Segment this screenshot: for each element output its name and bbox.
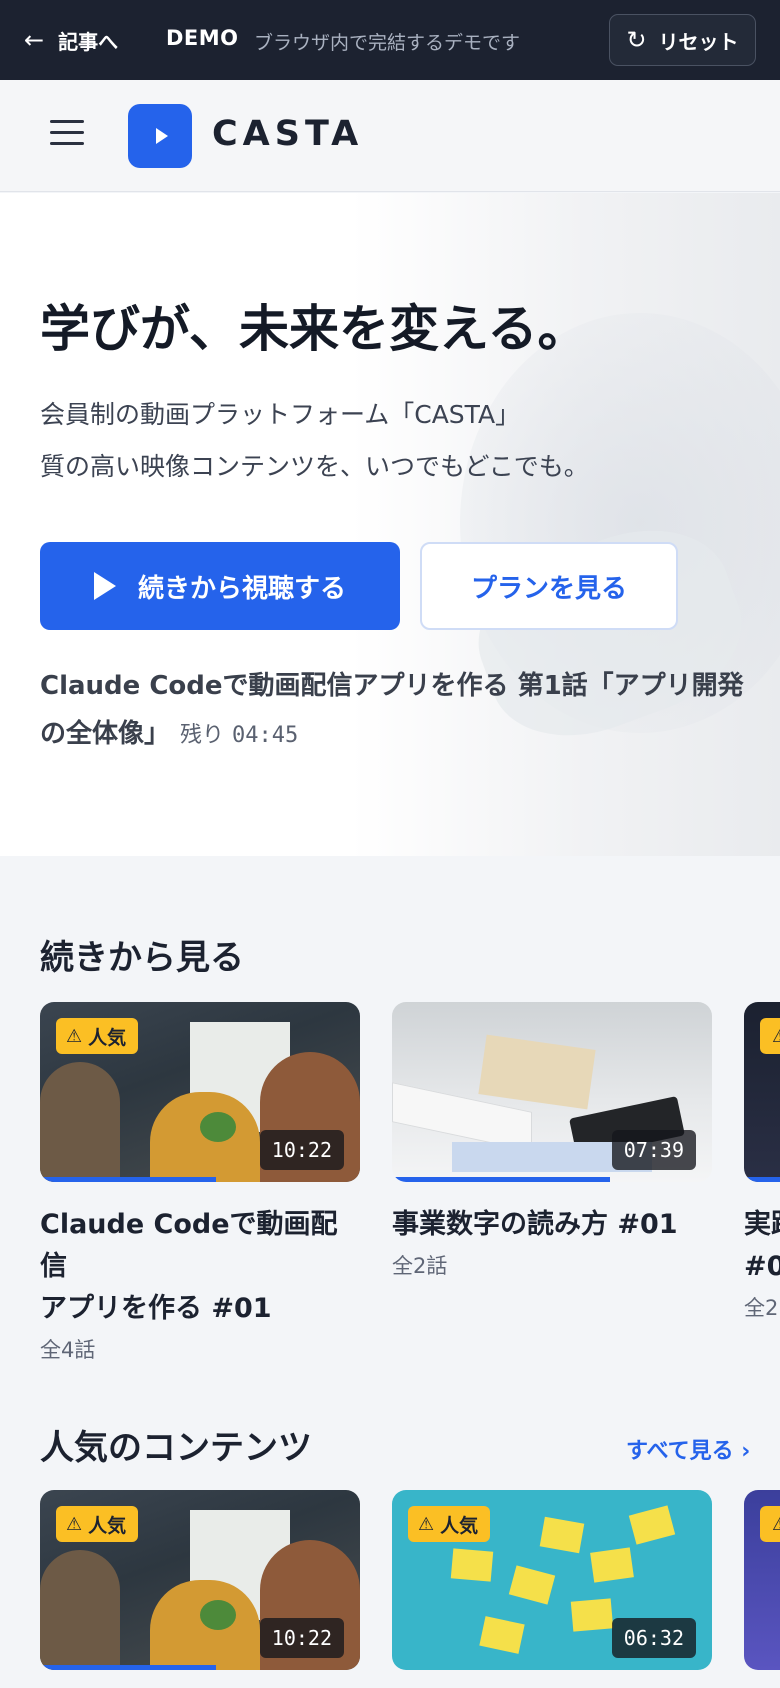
resume-title-end: の全体像」 <box>40 719 171 749</box>
hero-section: 学びが、未来を変える。 会員制の動画プラットフォーム「CASTA」 質の高い映像… <box>0 193 780 856</box>
card-title: 実践 #0 <box>744 1209 780 1282</box>
hero-subtitle-line1: 会員制の動画プラットフォーム「CASTA」 <box>40 400 521 429</box>
app-header: CASTA <box>0 80 780 192</box>
popular-card[interactable]: ⚠ 人気 10:22 <box>40 1490 360 1670</box>
reset-icon: ↻ <box>626 26 647 54</box>
card-title: Claude Codeで動画配信 アプリを作る #01 <box>40 1209 338 1324</box>
watch-progress-bar <box>744 1177 780 1182</box>
continue-card-partial[interactable]: ⚠ 実践 #0 全2 <box>744 1002 780 1322</box>
remaining-time: 04:45 <box>232 723 299 748</box>
resume-title-line1[interactable]: Claude Codeで動画配信アプリを作る 第1話「アプリ開発 <box>40 665 744 702</box>
remaining-label: 残り <box>180 723 225 748</box>
warning-icon: ⚠ <box>772 1514 780 1535</box>
logo-play-icon[interactable] <box>128 104 192 168</box>
popular-section-title: 人気のコンテンツ <box>40 1428 312 1468</box>
duration-label: 06:32 <box>611 1618 696 1658</box>
video-thumbnail[interactable]: 07:39 <box>392 1002 712 1182</box>
back-to-article-link[interactable]: ← 記事へ <box>24 22 118 58</box>
video-thumbnail[interactable]: ⚠ <box>744 1002 780 1182</box>
continue-card[interactable]: 07:39 事業数字の読み方 #01 全2話 <box>392 1002 712 1280</box>
episode-count: 全2話 <box>392 1254 448 1278</box>
video-thumbnail[interactable]: ⚠ <box>744 1490 780 1670</box>
brand-logo-text[interactable]: CASTA <box>212 114 363 154</box>
continue-card[interactable]: ⚠ 人気 10:22 Claude Codeで動画配信 アプリを作る #01 全4… <box>40 1002 360 1364</box>
video-thumbnail[interactable]: ⚠ 人気 06:32 <box>392 1490 712 1670</box>
see-all-link[interactable]: すべて見る › <box>626 1433 750 1465</box>
episode-count: 全2 <box>744 1296 779 1320</box>
demo-note: ブラウザ内で完結するデモです <box>254 32 521 54</box>
popular-badge: ⚠ 人気 <box>408 1506 491 1542</box>
back-label: 記事へ <box>58 29 119 54</box>
hero-title: 学びが、未来を変える。 <box>40 300 588 358</box>
demo-bar: ← 記事へ DEMO ブラウザ内で完結するデモです ↻ リセット <box>0 0 780 80</box>
duration-label: 10:22 <box>259 1130 344 1170</box>
warning-icon: ⚠ <box>66 1513 83 1535</box>
popular-badge: ⚠ 人気 <box>56 1018 139 1054</box>
reset-label: リセット <box>658 29 739 54</box>
continue-watching-button[interactable]: 続きから視聴する <box>40 542 400 630</box>
demo-tag: DEMO <box>166 26 239 50</box>
hero-subtitle-line2: 質の高い映像コンテンツを、いつでもどこでも。 <box>40 452 589 481</box>
duration-label: 07:39 <box>611 1130 696 1170</box>
warning-icon: ⚠ <box>66 1025 83 1047</box>
resume-title-line2[interactable]: の全体像」 残り 04:45 <box>40 713 298 750</box>
watch-progress-bar <box>392 1177 610 1182</box>
view-plans-button[interactable]: プランを見る <box>420 542 678 630</box>
popular-card-partial[interactable]: ⚠ <box>744 1490 780 1670</box>
reset-button[interactable]: ↻ リセット <box>609 14 756 66</box>
popular-badge: ⚠ 人気 <box>56 1506 139 1542</box>
hamburger-menu-icon[interactable] <box>50 120 84 150</box>
popular-badge: ⚠ <box>760 1506 780 1542</box>
arrow-left-icon: ← <box>24 26 45 54</box>
watch-progress-bar <box>40 1665 216 1670</box>
video-thumbnail[interactable]: ⚠ 人気 10:22 <box>40 1490 360 1670</box>
play-icon <box>93 572 116 600</box>
watch-progress-bar <box>40 1177 216 1182</box>
warning-icon: ⚠ <box>418 1513 435 1535</box>
card-title: 事業数字の読み方 #01 <box>392 1209 678 1240</box>
continue-section-title: 続きから見る <box>40 938 244 978</box>
warning-icon: ⚠ <box>772 1026 780 1047</box>
popular-badge: ⚠ <box>760 1018 780 1054</box>
episode-count: 全4話 <box>40 1338 96 1362</box>
popular-card[interactable]: ⚠ 人気 06:32 <box>392 1490 712 1670</box>
video-thumbnail[interactable]: ⚠ 人気 10:22 <box>40 1002 360 1182</box>
continue-watching-label: 続きから視聴する <box>137 573 346 604</box>
duration-label: 10:22 <box>259 1618 344 1658</box>
